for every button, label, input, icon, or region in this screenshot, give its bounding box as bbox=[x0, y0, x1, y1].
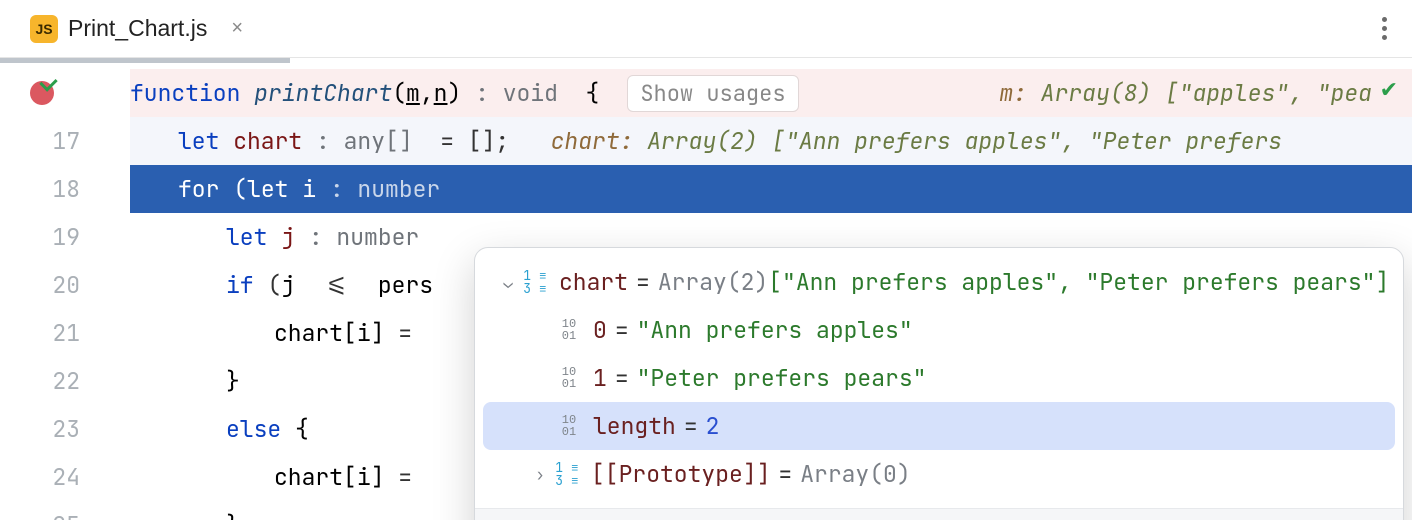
identifier: i bbox=[302, 174, 316, 204]
line-number[interactable]: 23 bbox=[0, 405, 130, 453]
type-hint: : void bbox=[461, 78, 558, 108]
type-hint: : any[] bbox=[302, 126, 426, 156]
tab-options-menu[interactable] bbox=[1372, 11, 1396, 47]
line-number[interactable]: 20 bbox=[0, 261, 130, 309]
keyword: if bbox=[226, 270, 267, 300]
var-value: 2 bbox=[706, 411, 720, 441]
line-number[interactable]: 25 bbox=[0, 501, 130, 520]
var-type: Array(2) bbox=[658, 267, 768, 297]
debug-tree-row-selected[interactable]: 1001 length = 2 bbox=[483, 402, 1395, 450]
js-file-icon: JS bbox=[30, 15, 58, 43]
debug-value-popup: ⌄ 1 ≡3 ≡ chart = Array(2) ["Ann prefers … bbox=[474, 247, 1404, 520]
brace: } bbox=[226, 366, 240, 396]
operator: = bbox=[384, 462, 412, 492]
primitive-icon: 1001 bbox=[555, 415, 583, 437]
type-hint: : number bbox=[316, 174, 440, 204]
code-editor[interactable]: 17 18 19 20 21 22 23 24 25 ✔ function pr… bbox=[0, 63, 1412, 520]
paren: ( bbox=[233, 174, 247, 204]
line-number[interactable]: 17 bbox=[0, 117, 130, 165]
gutter: 17 18 19 20 21 22 23 24 25 bbox=[0, 63, 130, 520]
identifier: chart bbox=[274, 462, 343, 492]
keyword: function bbox=[130, 78, 240, 108]
var-value: "Peter prefers pears" bbox=[637, 363, 927, 393]
array-icon: 1 ≡3 ≡ bbox=[553, 463, 581, 485]
param: n bbox=[434, 78, 448, 108]
comma: , bbox=[420, 78, 434, 108]
expand-icon[interactable]: › bbox=[527, 464, 553, 485]
keyword: let bbox=[247, 174, 302, 204]
brace: { bbox=[295, 414, 309, 444]
var-name: 0 bbox=[593, 315, 607, 345]
close-tab-icon[interactable]: × bbox=[231, 17, 243, 40]
file-tab-title: Print_Chart.js bbox=[68, 15, 207, 42]
identifier: chart bbox=[274, 318, 343, 348]
operator: = []; bbox=[426, 126, 550, 156]
inline-debug-name[interactable]: chart: bbox=[551, 126, 634, 156]
param: m bbox=[406, 78, 420, 108]
inline-debug-value[interactable]: Array(2) ["Ann prefers apples", "Peter p… bbox=[633, 126, 1282, 156]
line-number[interactable]: 21 bbox=[0, 309, 130, 357]
var-name: [[Prototype]] bbox=[591, 459, 770, 489]
paren: ( bbox=[267, 270, 281, 300]
breakpoint-marker[interactable] bbox=[0, 69, 130, 117]
index-expr: [i] bbox=[343, 462, 384, 492]
line-number[interactable]: 24 bbox=[0, 453, 130, 501]
inline-debug-value[interactable]: Array(8) ["apples", "pea bbox=[1027, 78, 1372, 108]
var-name: length bbox=[593, 411, 676, 441]
paren: ) bbox=[447, 78, 461, 108]
var-name: chart bbox=[559, 267, 628, 297]
debug-tree-row[interactable]: ⌄ 1 ≡3 ≡ chart = Array(2) ["Ann prefers … bbox=[475, 258, 1403, 306]
type-hint: : number bbox=[295, 222, 419, 252]
keyword: let bbox=[178, 126, 233, 156]
var-name: 1 bbox=[593, 363, 607, 393]
index-expr: [i] bbox=[343, 318, 384, 348]
paren: ( bbox=[392, 78, 406, 108]
code-line: let chart : any[] = []; chart: Array(2) … bbox=[130, 117, 1412, 165]
primitive-icon: 1001 bbox=[555, 319, 583, 341]
code-line-current-exec: for ( let i : number bbox=[130, 165, 1412, 213]
debug-popup-footer: Set value F2 Add as inline watch bbox=[475, 508, 1403, 520]
keyword: else bbox=[226, 414, 295, 444]
function-name: printChart bbox=[254, 78, 392, 108]
line-number[interactable]: 22 bbox=[0, 357, 130, 405]
var-value: "Ann prefers apples" bbox=[637, 315, 913, 345]
keyword: for bbox=[178, 174, 233, 204]
inline-debug-name[interactable]: m: bbox=[999, 78, 1027, 108]
var-value: ["Ann prefers apples", "Peter prefers pe… bbox=[768, 267, 1389, 297]
keyword: let bbox=[226, 222, 281, 252]
operator: <= bbox=[295, 270, 378, 300]
inspection-ok-icon[interactable]: ✔ bbox=[1380, 75, 1398, 104]
var-value: Array(0) bbox=[800, 459, 910, 489]
debug-tree-row[interactable]: 1001 1 = "Peter prefers pears" bbox=[475, 354, 1403, 402]
expand-icon[interactable]: ⌄ bbox=[495, 272, 521, 293]
identifier: j bbox=[281, 270, 295, 300]
file-tab[interactable]: JS Print_Chart.js × bbox=[18, 1, 255, 57]
debug-tree-row[interactable]: 1001 0 = "Ann prefers apples" bbox=[475, 306, 1403, 354]
identifier: pers bbox=[378, 270, 433, 300]
array-icon: 1 ≡3 ≡ bbox=[521, 271, 549, 293]
line-number[interactable]: 19 bbox=[0, 213, 130, 261]
tab-bar: JS Print_Chart.js × bbox=[0, 0, 1412, 58]
code-line: function printChart ( m , n ) : void { S… bbox=[130, 69, 1412, 117]
operator: = bbox=[384, 318, 412, 348]
identifier: j bbox=[281, 222, 295, 252]
primitive-icon: 1001 bbox=[555, 367, 583, 389]
brace: { bbox=[558, 78, 599, 108]
brace: } bbox=[226, 510, 240, 520]
identifier: chart bbox=[233, 126, 302, 156]
debug-tree-row[interactable]: › 1 ≡3 ≡ [[Prototype]] = Array(0) bbox=[475, 450, 1403, 498]
line-number[interactable]: 18 bbox=[0, 165, 130, 213]
show-usages-hint[interactable]: Show usages bbox=[627, 75, 798, 112]
